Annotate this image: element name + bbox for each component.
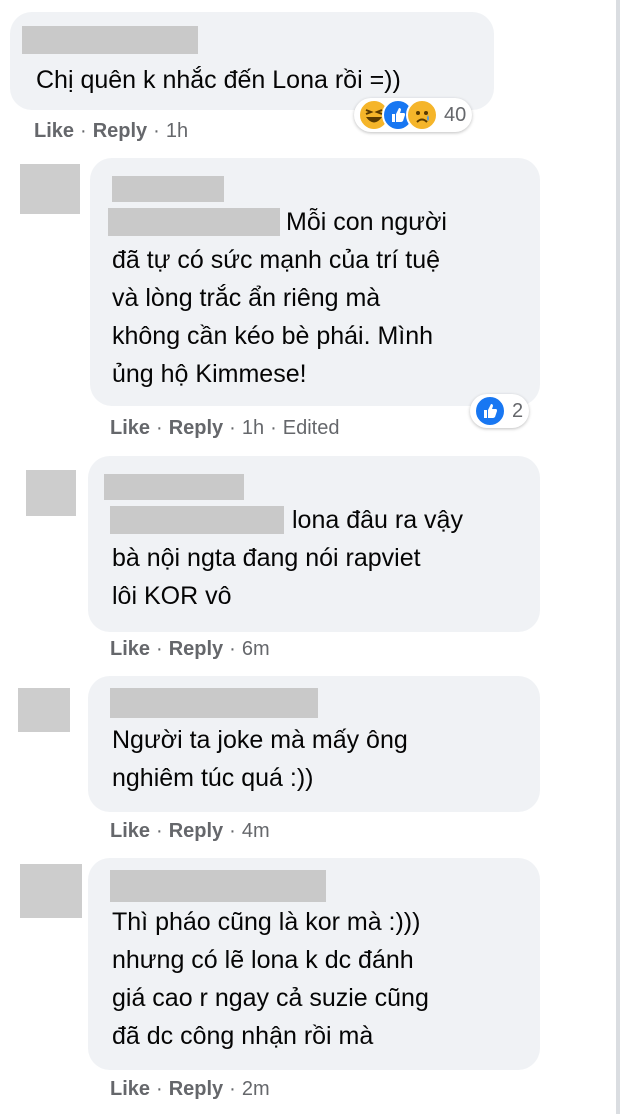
comment-text-line: đã tự có sức mạnh của trí tuệ (112, 246, 441, 274)
timestamp[interactable]: 6m (242, 638, 270, 660)
reply-link[interactable]: Reply (169, 820, 223, 842)
like-icon (474, 395, 506, 427)
redacted-author-name (110, 870, 326, 902)
comment-text-line: bà nội ngta đang nói rapviet (112, 544, 421, 572)
reaction-count: 40 (444, 103, 467, 126)
reply-link[interactable]: Reply (169, 1078, 223, 1100)
timestamp[interactable]: 4m (242, 820, 270, 842)
comment-text-line: giá cao r ngay cả suzie cũng (112, 984, 429, 1012)
timestamp[interactable]: 1h (166, 120, 188, 142)
avatar[interactable] (20, 164, 80, 214)
reply-link[interactable]: Reply (169, 417, 223, 439)
comment-actions: Like · Reply · 1h · Edited (110, 417, 340, 439)
timestamp[interactable]: 2m (242, 1078, 270, 1100)
comment-text-line: Thì pháo cũng là kor mà :))) (112, 908, 421, 936)
comment-text-line: Người ta joke mà mấy ông (112, 726, 408, 754)
comment-text-line: không cần kéo bè phái. Mình (112, 322, 434, 350)
edited-label[interactable]: Edited (283, 417, 340, 439)
timestamp[interactable]: 1h (242, 417, 264, 439)
redacted-author-name (104, 474, 244, 500)
redacted-author-name (110, 688, 318, 718)
comment-actions: Like · Reply · 1h (34, 120, 189, 142)
comment-text-line: nhưng có lẽ lona k dc đánh (112, 946, 414, 974)
avatar[interactable] (26, 470, 76, 516)
avatar[interactable] (18, 688, 70, 732)
like-link[interactable]: Like (110, 820, 150, 842)
comment-actions: Like · Reply · 6m (110, 638, 270, 660)
redacted-tag (108, 208, 280, 236)
comment-actions: Like · Reply · 2m (110, 1078, 270, 1100)
comment-text-line: lôi KOR vô (112, 582, 232, 610)
redacted-author-name (112, 176, 224, 202)
comment-text-line: đã dc công nhận rồi mà (112, 1022, 374, 1050)
redacted-author-name (22, 26, 198, 54)
like-link[interactable]: Like (110, 638, 150, 660)
reaction-count: 2 (512, 399, 524, 422)
like-link[interactable]: Like (34, 120, 74, 142)
window-edge (616, 0, 620, 1114)
like-link[interactable]: Like (110, 417, 150, 439)
comment-text-line: nghiêm túc quá :)) (112, 764, 314, 792)
like-link[interactable]: Like (110, 1078, 150, 1100)
reaction-summary[interactable]: 2 (470, 394, 530, 428)
redacted-tag (110, 506, 284, 534)
comment-text-line: Mỗi con người (286, 208, 447, 236)
comment-text-line: lona đâu ra vậy (292, 506, 463, 534)
comment-text-line: và lòng trắc ẩn riêng mà (112, 284, 381, 312)
sad-icon (406, 99, 438, 131)
reply-link[interactable]: Reply (169, 638, 223, 660)
avatar[interactable] (20, 864, 82, 918)
comment-text-line: ủng hộ Kimmese! (112, 360, 307, 388)
comment-text: Chị quên k nhắc đến Lona rồi =)) (36, 66, 401, 94)
reply-link[interactable]: Reply (93, 120, 147, 142)
comment-actions: Like · Reply · 4m (110, 820, 270, 842)
reaction-summary[interactable]: 40 (354, 98, 473, 132)
